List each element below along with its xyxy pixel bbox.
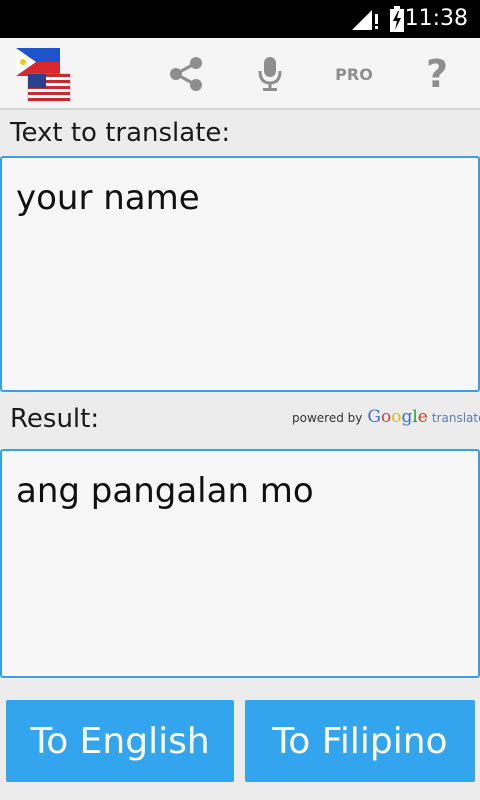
status-time: 11:38 [404,6,468,31]
google-logo-letter: o [391,407,402,427]
text-to-translate-input[interactable]: your name [0,156,480,392]
powered-by-text: powered by [292,411,363,425]
google-logo-letter: g [401,407,413,427]
result-label: Result: [10,404,100,434]
status-bar: 11:38 [0,0,480,38]
signal-icon [352,10,378,30]
microphone-button[interactable] [254,54,286,94]
battery-charging-icon [390,6,404,32]
google-logo-letter: e [417,407,428,427]
google-logo-letter: G [367,407,381,427]
microphone-icon [258,57,282,91]
action-bar: PRO ? [0,38,480,110]
to-english-button[interactable]: To English [6,700,234,782]
google-logo-letter: o [380,407,392,427]
result-output[interactable]: ang pangalan mo [0,449,480,678]
share-icon [170,57,202,91]
share-button[interactable] [166,54,206,94]
to-filipino-button[interactable]: To Filipino [245,700,475,782]
input-label: Text to translate: [10,118,231,148]
ph-us-flags-icon[interactable] [14,48,72,102]
pro-button[interactable]: PRO [330,54,378,94]
google-logo: Google [367,407,427,427]
powered-by-google-translate: powered by Google translate [292,407,480,427]
help-button[interactable]: ? [422,52,452,96]
translate-text: translate [431,411,480,425]
